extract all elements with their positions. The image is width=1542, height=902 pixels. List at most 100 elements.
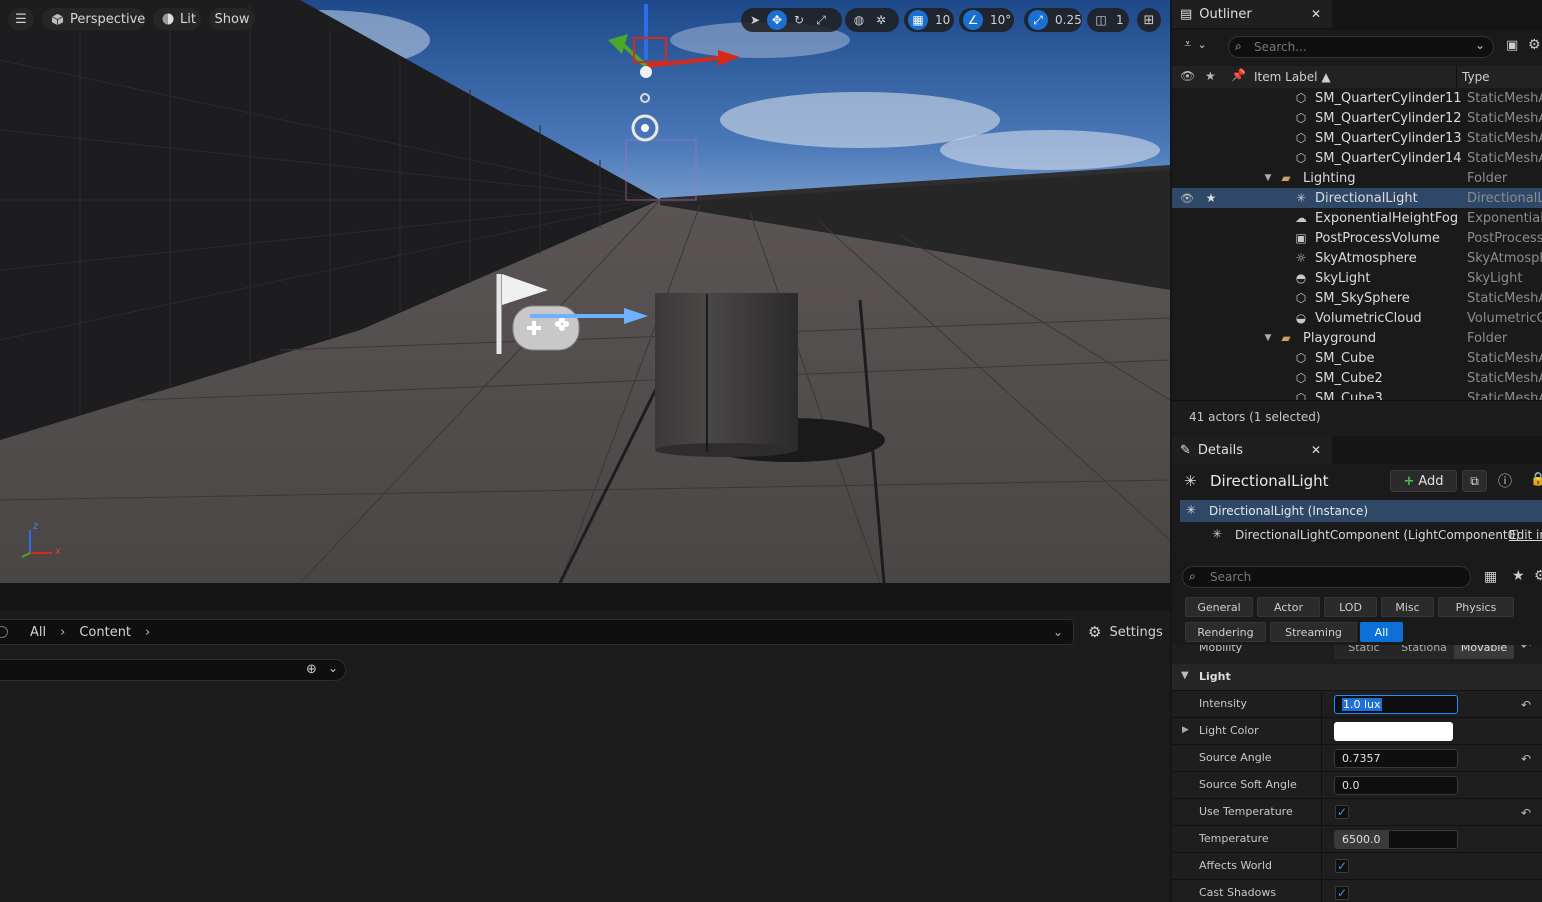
star-icon[interactable]: ★: [1204, 191, 1218, 205]
scale-snap-value[interactable]: 0.25: [1050, 13, 1087, 27]
reset-arrow-icon[interactable]: ↶: [1521, 752, 1531, 766]
outliner-row[interactable]: ◒ VolumetricCloud VolumetricClo: [1172, 308, 1542, 328]
filter-rendering[interactable]: Rendering: [1185, 622, 1266, 642]
mobility-toggle[interactable]: Static Stationa Movable: [1334, 645, 1514, 659]
details-search-input[interactable]: ⌕ Search: [1182, 566, 1471, 588]
outliner-tab[interactable]: ▤ Outliner ✕: [1172, 0, 1332, 28]
path-dropdown-icon[interactable]: ⌄: [1053, 625, 1063, 639]
level-viewport[interactable]: z x ☰ Perspective Lit Show ➤ ✥ ↻ ⤢ ◍ ✲ ▦…: [0, 0, 1170, 583]
select-tool-button[interactable]: ➤: [745, 10, 765, 30]
light-color-swatch[interactable]: [1334, 722, 1453, 741]
close-icon[interactable]: ✕: [1311, 7, 1321, 21]
outliner-row[interactable]: ⬡ SM_Cube StaticMeshAc: [1172, 348, 1542, 368]
chevron-down-icon[interactable]: ⌄: [328, 661, 338, 675]
camera-speed-group[interactable]: ◫ 1: [1087, 8, 1129, 32]
blueprint-button[interactable]: ⧉: [1462, 470, 1487, 492]
outliner-row[interactable]: ☼ SkyAtmosphere SkyAtmosphe: [1172, 248, 1542, 268]
instance-row[interactable]: ✳ DirectionalLight (Instance): [1180, 500, 1542, 522]
world-space-button[interactable]: ◍: [849, 10, 869, 30]
outliner-filter-button[interactable]: ⩡ ⌄: [1184, 37, 1207, 52]
add-component-button[interactable]: + Add: [1390, 470, 1457, 492]
type-column[interactable]: Type: [1462, 70, 1490, 84]
reset-arrow-icon[interactable]: ↶: [1521, 806, 1531, 820]
reset-arrow-icon[interactable]: ↶: [1521, 698, 1531, 712]
translate-tool-button[interactable]: ✥: [767, 10, 787, 30]
source-soft-angle-input[interactable]: 0.0: [1334, 776, 1458, 795]
viewport-layout-button[interactable]: ⊞: [1137, 8, 1161, 32]
outliner-folder-row[interactable]: ▼ ▰ Playground Folder: [1172, 328, 1542, 348]
actor-name[interactable]: DirectionalLight: [1210, 472, 1329, 490]
pin-column-icon[interactable]: 📌: [1231, 68, 1246, 82]
table-view-icon[interactable]: ▦: [1484, 569, 1497, 585]
visibility-column-icon[interactable]: 👁: [1180, 69, 1195, 83]
history-icon[interactable]: [0, 626, 8, 638]
outliner-row[interactable]: ☁ ExponentialHeightFog ExponentialH: [1172, 208, 1542, 228]
outliner-folder-row[interactable]: ▼ ▰ Lighting Folder: [1172, 168, 1542, 188]
details-tab[interactable]: ✎ Details ✕: [1172, 436, 1332, 464]
filter-misc[interactable]: Misc: [1381, 597, 1434, 617]
grid-snap-button[interactable]: ▦: [908, 10, 928, 30]
breadcrumb-content[interactable]: Content: [79, 625, 131, 640]
outliner-row[interactable]: ⬡ SM_SkySphere StaticMeshAc: [1172, 288, 1542, 308]
filter-all[interactable]: All: [1360, 622, 1403, 642]
view-mode-button[interactable]: Perspective: [42, 8, 145, 30]
edit-in-link[interactable]: Edit in: [1509, 528, 1542, 542]
favorites-star-icon[interactable]: ★: [1512, 568, 1525, 584]
outliner-row[interactable]: ⬡ SM_QuarterCylinder11 StaticMeshAc: [1172, 88, 1542, 108]
affects-world-checkbox[interactable]: ✓: [1335, 859, 1349, 873]
component-row[interactable]: ✳ DirectionalLightComponent (LightCompon…: [1180, 524, 1542, 546]
expand-arrow-icon[interactable]: ▶: [1182, 725, 1189, 735]
outliner-row[interactable]: ⬡ SM_Cube3 StaticMeshAc: [1172, 388, 1542, 401]
settings-button[interactable]: ⚙ Settings: [1088, 623, 1163, 641]
source-angle-input[interactable]: 0.7357: [1334, 749, 1458, 768]
content-path-bar[interactable]: All › Content › ⌄: [0, 619, 1074, 645]
surface-snap-button[interactable]: ✲: [871, 10, 891, 30]
light-section-header[interactable]: ▼ Light: [1172, 664, 1542, 691]
grid-snap-value[interactable]: 10: [930, 13, 955, 27]
scale-tool-button[interactable]: ⤢: [811, 10, 831, 30]
rotation-snap-button[interactable]: ∠: [963, 10, 983, 30]
add-filter-icon[interactable]: ⊕: [306, 662, 317, 677]
outliner-row[interactable]: ⬡ SM_QuarterCylinder13 StaticMeshAc: [1172, 128, 1542, 148]
settings-gear-icon[interactable]: ⚙: [1534, 568, 1542, 584]
viewport-scene[interactable]: [0, 0, 1170, 583]
item-label-column[interactable]: Item Label ▲: [1254, 70, 1331, 84]
outliner-row[interactable]: ◓ SkyLight SkyLight: [1172, 268, 1542, 288]
temperature-input[interactable]: 6500.0: [1334, 830, 1458, 849]
filter-general[interactable]: General: [1185, 597, 1253, 617]
add-folder-icon[interactable]: ▣: [1506, 38, 1518, 53]
mobility-static[interactable]: Static: [1334, 645, 1394, 659]
rotation-snap-value[interactable]: 10°: [985, 13, 1016, 27]
close-icon[interactable]: ✕: [1311, 443, 1321, 457]
outliner-row[interactable]: ⬡ SM_QuarterCylinder12 StaticMeshAc: [1172, 108, 1542, 128]
content-filter-bar[interactable]: ⊕ ⌄: [0, 659, 346, 681]
expand-arrow-icon[interactable]: ▼: [1261, 331, 1275, 345]
outliner-row[interactable]: 👁 ★ ✳ DirectionalLight DirectionalLig: [1172, 188, 1542, 208]
lighting-mode-button[interactable]: Lit: [153, 8, 201, 30]
filter-streaming[interactable]: Streaming: [1270, 622, 1357, 642]
outliner-search-input[interactable]: ⌕ Search... ⌄: [1228, 36, 1494, 58]
mobility-stationary[interactable]: Stationa: [1394, 645, 1454, 659]
lock-icon[interactable]: 🔒: [1530, 472, 1542, 487]
visibility-eye-icon[interactable]: 👁: [1180, 191, 1194, 205]
cast-shadows-checkbox[interactable]: ✓: [1335, 886, 1349, 900]
star-column-icon[interactable]: ★: [1205, 69, 1216, 83]
filter-lod[interactable]: LOD: [1324, 597, 1377, 617]
settings-gear-icon[interactable]: ⚙: [1528, 37, 1541, 53]
intensity-input[interactable]: 1.0 lux: [1334, 695, 1458, 714]
reset-arrow-icon[interactable]: ↶: [1521, 645, 1531, 653]
help-icon[interactable]: ⓘ: [1498, 471, 1512, 491]
rotate-tool-button[interactable]: ↻: [789, 10, 809, 30]
expand-arrow-icon[interactable]: ▼: [1261, 171, 1275, 185]
chevron-down-icon[interactable]: ⌄: [1475, 38, 1485, 52]
breadcrumb-all[interactable]: All: [30, 625, 46, 640]
outliner-row[interactable]: ▣ PostProcessVolume PostProcessV: [1172, 228, 1542, 248]
filter-physics[interactable]: Physics: [1438, 597, 1514, 617]
use-temperature-checkbox[interactable]: ✓: [1335, 805, 1349, 819]
filter-actor[interactable]: Actor: [1257, 597, 1320, 617]
viewport-menu-button[interactable]: ☰: [8, 8, 34, 30]
mobility-movable[interactable]: Movable: [1454, 645, 1514, 659]
show-button[interactable]: Show: [209, 8, 255, 30]
outliner-row[interactable]: ⬡ SM_Cube2 StaticMeshAc: [1172, 368, 1542, 388]
outliner-row[interactable]: ⬡ SM_QuarterCylinder14 StaticMeshAc: [1172, 148, 1542, 168]
